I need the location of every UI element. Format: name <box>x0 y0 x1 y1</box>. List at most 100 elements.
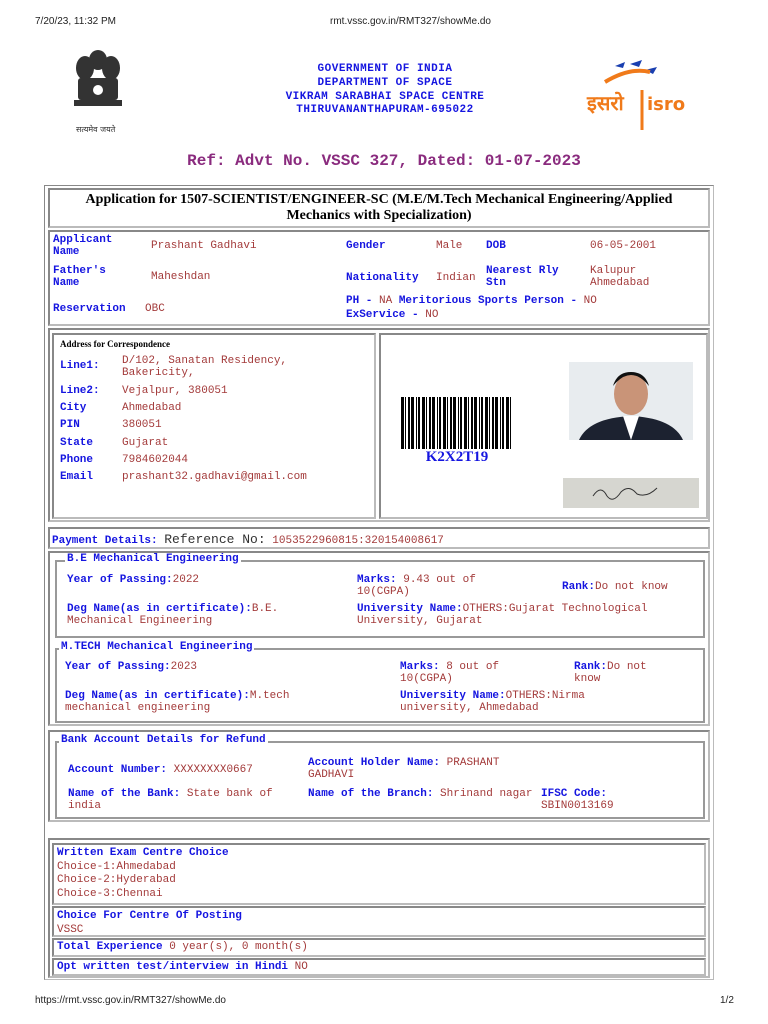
ifsc-label: IFSC Code: <box>541 788 608 800</box>
father-name: Maheshdan <box>151 271 211 283</box>
experience: Total Experience 0 year(s), 0 month(s) <box>52 938 706 957</box>
account-number-label: Account Number: <box>68 764 168 776</box>
barcode-bar <box>485 397 488 449</box>
photo-box: K2X2T19 <box>379 333 708 519</box>
ifsc-code: SBIN0013169 <box>541 800 614 812</box>
rank-label: Rank: <box>574 661 608 673</box>
header-line: VIKRAM SARABHAI SPACE CENTRE <box>285 91 485 103</box>
barcode-bar <box>458 397 459 449</box>
year-value: 2022 <box>172 574 200 586</box>
barcode-bar <box>447 397 448 449</box>
marks-label: Marks: <box>357 574 397 586</box>
ph-label: PH - <box>346 295 373 307</box>
posting-choice: Choice For Centre Of Posting VSSC <box>52 906 706 937</box>
father-label: Father's Name <box>53 265 106 289</box>
exservice-value: NO <box>425 309 439 321</box>
header-line: GOVERNMENT OF INDIA <box>317 63 453 75</box>
barcode-bar <box>502 397 504 449</box>
bank-details: Bank Account Details for Refund Account … <box>55 734 705 819</box>
barcode-bar <box>426 397 427 449</box>
rank-value: Do not know <box>595 581 668 593</box>
sports-value: NO <box>583 295 597 307</box>
address-value: prashant32.gadhavi@gmail.com <box>122 471 307 483</box>
posting-value: VSSC <box>57 923 84 936</box>
hindi-label: Opt written test/interview in Hindi <box>57 961 289 973</box>
address-label: Line1: <box>60 360 100 372</box>
hindi-option: Opt written test/interview in Hindi NO <box>52 958 706 976</box>
university-label: University Name: <box>357 603 463 615</box>
print-url-top: rmt.vssc.gov.in/RMT327/showMe.do <box>330 16 491 27</box>
branch-name: Shrinand nagar <box>440 788 533 800</box>
choice-item: Choice-1:Ahmedabad <box>57 860 176 873</box>
rly-value: Kalupur Ahmedabad <box>590 265 650 289</box>
address-photo-section: Address for Correspondence Line1: D/102, … <box>48 328 710 522</box>
sports-label: Meritorious Sports Person - <box>398 295 578 307</box>
exam-section: Written Exam Centre Choice Choice-1:Ahme… <box>48 838 710 978</box>
address-value: Gujarat <box>122 437 169 449</box>
experience-value: 0 year(s), 0 month(s) <box>169 941 308 953</box>
degree-label: Deg Name(as in certificate): <box>65 690 250 702</box>
applicant-name: Prashant Gadhavi <box>151 240 257 252</box>
barcode-bar <box>450 397 452 449</box>
education-mtech: M.TECH Mechanical Engineering Year of Pa… <box>55 641 705 723</box>
exam-centre-heading: Written Exam Centre Choice <box>57 847 229 859</box>
barcode-bar <box>495 397 498 449</box>
year-label: Year of Passing: <box>67 574 173 586</box>
address-label: Email <box>60 471 94 483</box>
barcode-bar <box>416 397 417 449</box>
barcode-bar <box>468 397 469 449</box>
address-label: City <box>60 402 87 414</box>
education-legend: B.E Mechanical Engineering <box>65 553 241 565</box>
barcode-bar <box>474 397 477 449</box>
branch-label: Name of the Branch: <box>308 788 434 800</box>
address-value: 380051 <box>122 419 162 431</box>
barcode-bar <box>405 397 406 449</box>
applicant-signature <box>563 478 699 508</box>
national-emblem-icon <box>74 50 122 106</box>
header-line: DEPARTMENT OF SPACE <box>317 77 453 89</box>
barcode-bar <box>489 397 490 449</box>
education-section: B.E Mechanical Engineering Year of Passi… <box>48 551 710 726</box>
experience-label: Total Experience <box>57 941 163 953</box>
reference-number: 1053522960815:320154008617 <box>272 535 444 547</box>
barcode-code: K2X2T19 <box>425 449 489 465</box>
posting-label: Choice For Centre Of Posting <box>57 910 242 922</box>
isro-logo-icon: इसरो isro <box>586 60 685 130</box>
education-be: B.E Mechanical Engineering Year of Passi… <box>55 553 705 638</box>
address-value: Ahmedabad <box>122 402 182 414</box>
barcode-bar <box>492 397 494 449</box>
barcode-bar <box>437 397 438 449</box>
barcode-bar <box>471 397 473 449</box>
barcode-bar <box>464 397 467 449</box>
choice-item: Choice-3:Chennai <box>57 887 163 900</box>
dob-value: 06-05-2001 <box>590 240 657 252</box>
barcode-bar <box>418 397 420 449</box>
print-datetime: 7/20/23, 11:32 PM <box>35 16 116 27</box>
barcode-bar <box>429 397 431 449</box>
nationality-value: Indian <box>436 272 476 284</box>
applicant-photo <box>569 362 693 440</box>
advt-ref: Ref: Advt No. VSSC 327, Dated: 01-07-202… <box>187 152 581 170</box>
holder-label: Account Holder Name: <box>308 757 441 769</box>
barcode-bar <box>479 397 480 449</box>
ph-value: NA <box>379 295 393 307</box>
address-label: Line2: <box>60 385 100 397</box>
address-value: Vejalpur, 380051 <box>122 385 228 397</box>
account-number: XXXXXXXX0667 <box>173 764 253 776</box>
personal-details: Applicant Name Prashant Gadhavi Gender M… <box>48 230 710 326</box>
bank-legend: Bank Account Details for Refund <box>59 734 268 746</box>
gender-value: Male <box>436 240 463 252</box>
address-label: PIN <box>60 419 80 431</box>
reservation-value: OBC <box>145 303 165 315</box>
barcode-bar <box>453 397 456 449</box>
barcode-bar <box>460 397 462 449</box>
barcode-bar <box>422 397 425 449</box>
barcode-bar <box>481 397 483 449</box>
header-line: THIRUVANANTHAPURAM-695022 <box>296 104 474 116</box>
address-label: Phone <box>60 454 94 466</box>
print-page: 1/2 <box>720 995 734 1006</box>
degree-label: Deg Name(as in certificate): <box>67 603 252 615</box>
exam-centre-choice: Written Exam Centre Choice Choice-1:Ahme… <box>52 843 706 905</box>
barcode-bar <box>408 397 410 449</box>
barcode-bar <box>500 397 501 449</box>
